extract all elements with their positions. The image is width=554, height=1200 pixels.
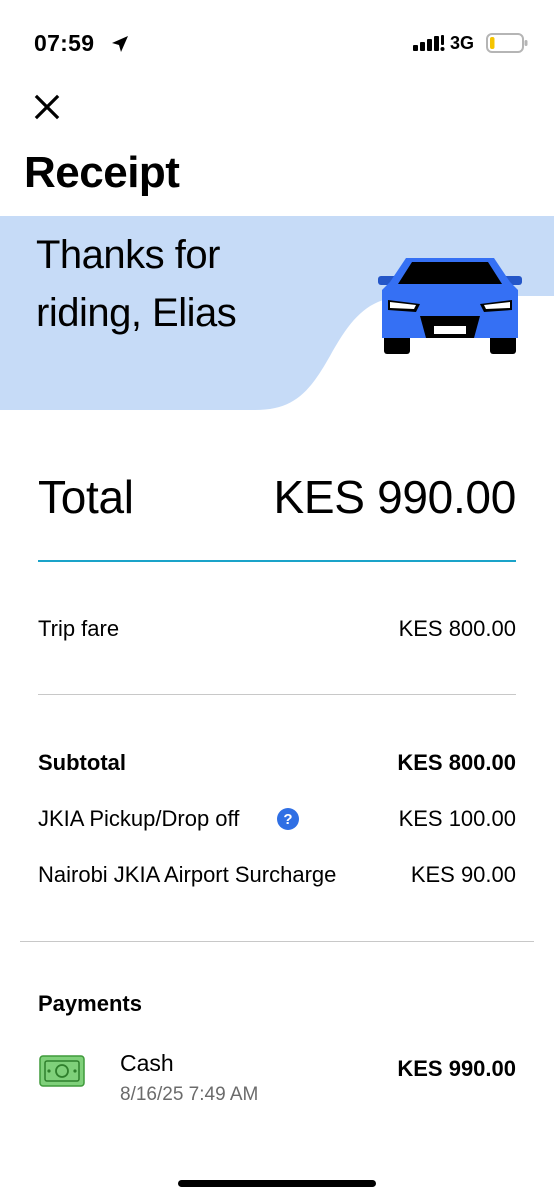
total-value: KES 990.00 (273, 471, 516, 523)
page-title: Receipt (24, 148, 180, 197)
surcharge-value: KES 90.00 (410, 862, 516, 887)
greeting-line-2: riding, Elias (36, 291, 237, 335)
total-label: Total (38, 471, 134, 523)
question-circle-icon[interactable]: ? (276, 807, 300, 831)
subtotal-row: Subtotal KES 800.00 (38, 750, 516, 780)
status-time: 07:59 (34, 30, 95, 56)
payment-date: 8/16/25 7:49 AM (120, 1084, 259, 1105)
svg-text:?: ? (283, 811, 292, 828)
network-type: 3G (450, 33, 475, 53)
car-front-icon (378, 258, 522, 354)
hero-banner: Thanks for riding, Elias (0, 216, 554, 410)
trip-fare-row: Trip fare KES 800.00 (38, 616, 516, 646)
payment-method: Cash (120, 1050, 174, 1076)
surcharge-row: Nairobi JKIA Airport Surcharge KES 90.00 (38, 862, 516, 892)
status-bar: 07:59 3G (0, 0, 554, 90)
trip-fare-label: Trip fare (38, 616, 120, 641)
pickup-fee-value: KES 100.00 (398, 806, 516, 831)
subtotal-label: Subtotal (38, 750, 126, 775)
total-row: Total KES 990.00 (38, 470, 516, 530)
surcharge-label: Nairobi JKIA Airport Surcharge (38, 862, 337, 887)
greeting: Thanks for riding, Elias (36, 226, 356, 342)
pickup-fee-label: JKIA Pickup/Drop off (38, 806, 240, 831)
trip-fare-value: KES 800.00 (398, 616, 516, 641)
fare-divider (38, 694, 516, 695)
close-icon[interactable] (30, 90, 64, 124)
location-arrow-icon (112, 36, 128, 52)
home-indicator[interactable] (178, 1180, 376, 1187)
cash-banknote-icon (39, 1055, 85, 1087)
payments-title: Payments (38, 991, 142, 1016)
subtotal-value: KES 800.00 (397, 750, 516, 775)
battery-low-icon (486, 33, 528, 53)
breakdown-divider (20, 941, 534, 942)
greeting-line-1: Thanks for (36, 233, 220, 277)
total-divider (38, 560, 516, 562)
cellular-signal-icon (413, 35, 445, 51)
payment-amount: KES 990.00 (397, 1056, 516, 1081)
